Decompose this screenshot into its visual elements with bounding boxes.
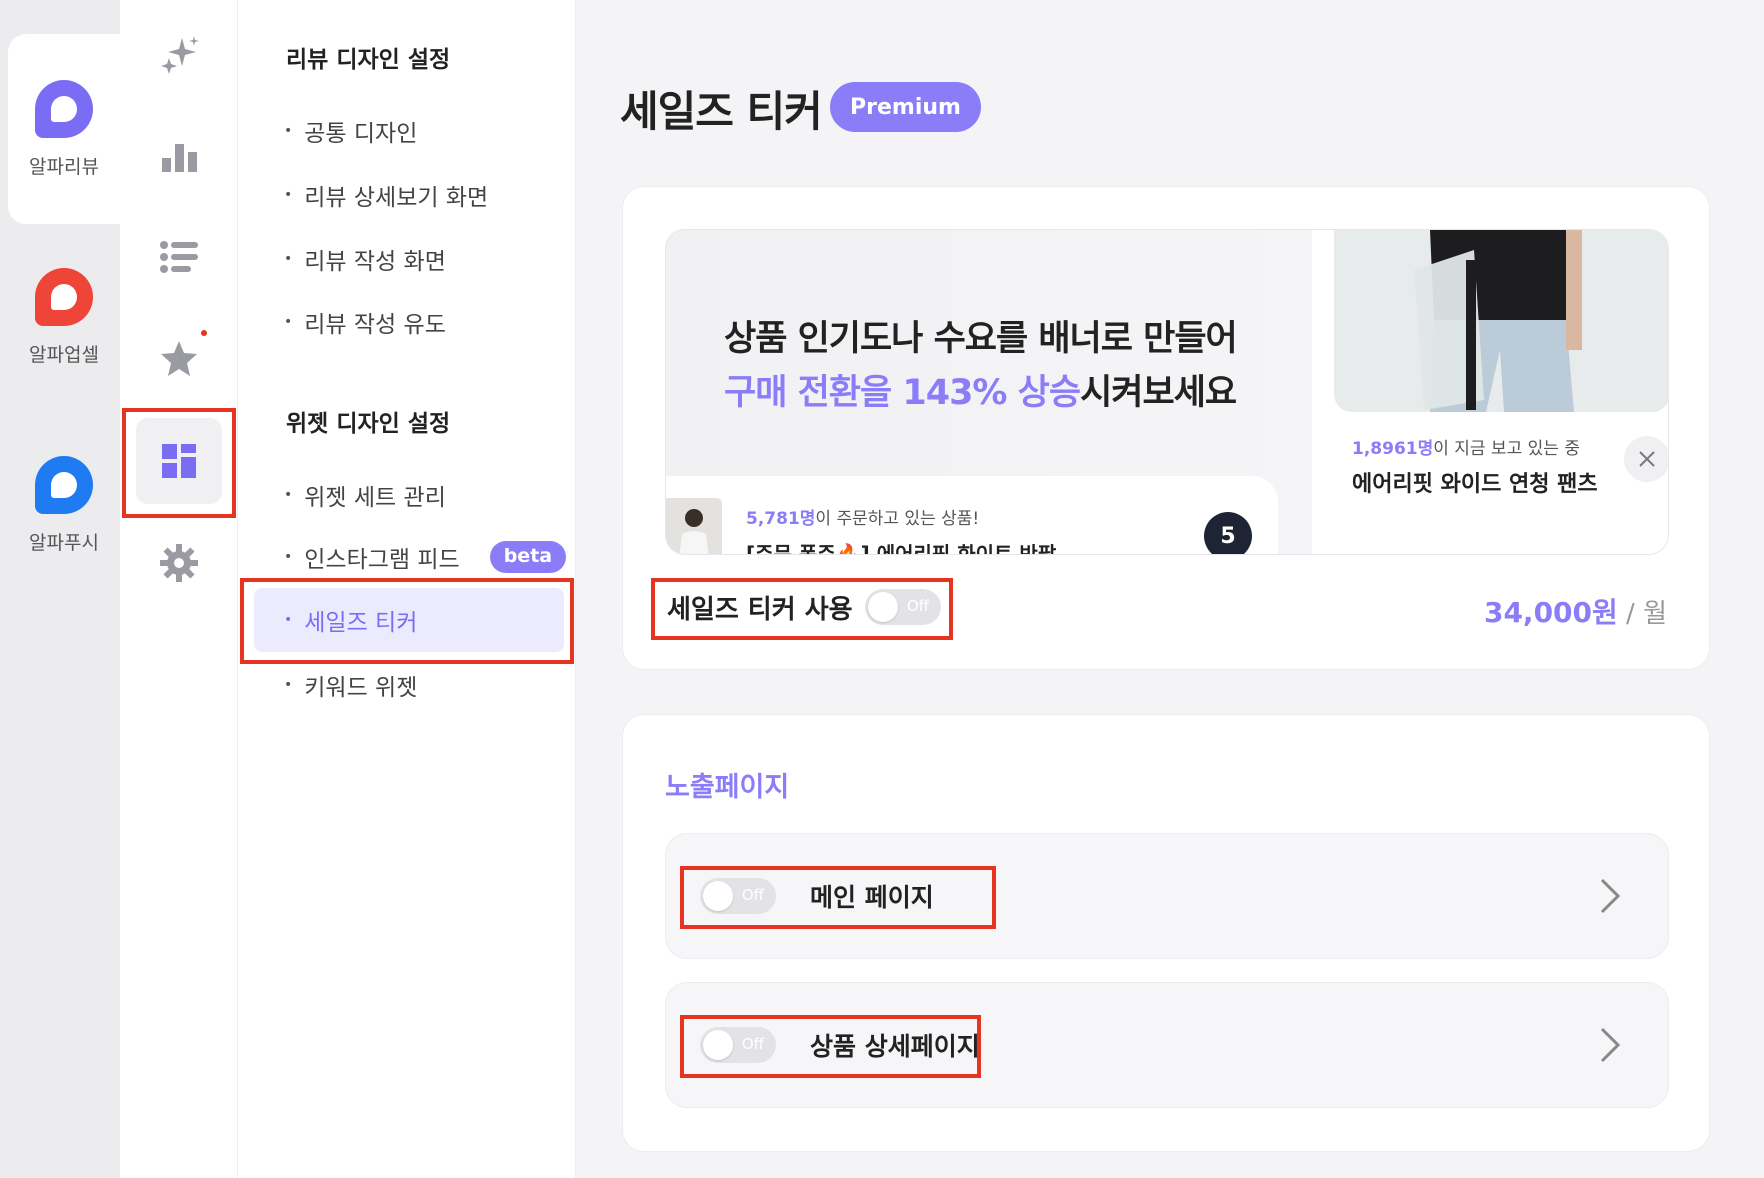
product-image xyxy=(1334,230,1668,412)
beta-badge: beta xyxy=(489,541,567,573)
sparkles-icon[interactable] xyxy=(136,12,222,98)
bullet: • xyxy=(284,314,293,330)
submenu-item-sales-ticker[interactable]: • 세일즈 티커 xyxy=(254,588,564,652)
design-settings-submenu: 리뷰 디자인 설정 • 공통 디자인 • 리뷰 상세보기 화면 • 리뷰 작성 화면 … xyxy=(238,0,576,1178)
submenu-item-instagram-feed[interactable]: • 인스타그램 피드 beta xyxy=(284,540,567,574)
star-icon[interactable] xyxy=(136,316,222,402)
ticker-product-name: [주문 폭주🔥] 에어리핏 화이트 반팔 xyxy=(746,542,1057,555)
product-thumbnail xyxy=(666,498,722,554)
toggle-knob xyxy=(703,881,733,911)
exposure-section-title: 노출페이지 xyxy=(665,772,790,803)
close-button[interactable] xyxy=(1624,436,1668,482)
ticker-order-count: 5,781명 xyxy=(746,509,816,529)
toggle-state-label: Off xyxy=(741,886,764,904)
bullet: • xyxy=(284,187,293,203)
submenu-item-review-prompt[interactable]: • 리뷰 작성 유도 xyxy=(284,305,446,339)
submenu-item-label: 인스타그램 피드 xyxy=(304,547,460,573)
submenu-item-common-design[interactable]: • 공통 디자인 xyxy=(284,114,417,148)
submenu-item-review-detail[interactable]: • 리뷰 상세보기 화면 xyxy=(284,178,488,212)
feature-icon-rail xyxy=(120,0,238,1178)
widget-grid-icon[interactable] xyxy=(136,418,222,504)
alpha-review-logo-icon xyxy=(35,79,93,138)
alpha-push-logo-icon xyxy=(35,455,93,514)
banner-preview: 상품 인기도나 수요를 배너로 만들어 구매 전환을 143% 상승시켜보세요 … xyxy=(665,229,1669,555)
submenu-item-label: 리뷰 작성 유도 xyxy=(304,312,446,338)
price-unit: / 월 xyxy=(1617,599,1667,629)
price-amount: 34,000원 xyxy=(1483,596,1618,629)
app-label: 알파리뷰 xyxy=(29,155,99,178)
ticker-order-suffix: 이 주문하고 있는 상품! xyxy=(815,509,980,529)
product-detail-label: 상품 상세페이지 xyxy=(810,1032,980,1061)
app-alpha-upsell[interactable]: 알파업셀 xyxy=(8,222,120,412)
headline-highlight: 구매 전환을 143% 상승 xyxy=(724,373,1081,413)
ticker-preview-strip: 5,781명이 주문하고 있는 상품! [주문 폭주🔥] 에어리핏 화이트 반팔… xyxy=(666,476,1278,555)
alpha-upsell-logo-icon xyxy=(35,267,93,326)
page-title: 세일즈 티커 xyxy=(620,87,823,136)
close-icon xyxy=(1639,451,1655,467)
bullet: • xyxy=(284,612,293,628)
viewer-suffix: 이 지금 보고 있는 중 xyxy=(1433,439,1580,459)
bullet: • xyxy=(284,123,293,139)
list-icon[interactable] xyxy=(136,214,222,300)
chevron-right-icon xyxy=(1600,878,1621,914)
preview-headline: 상품 인기도나 수요를 배너로 만들어 구매 전환을 143% 상승시켜보세요 xyxy=(724,312,1238,420)
premium-badge: Premium xyxy=(830,82,981,132)
headline-line2: 구매 전환을 143% 상승시켜보세요 xyxy=(724,366,1237,420)
headline-rest: 시켜보세요 xyxy=(1080,373,1237,413)
review-design-heading: 리뷰 디자인 설정 xyxy=(286,47,451,73)
submenu-item-widget-set[interactable]: • 위젯 세트 관리 xyxy=(284,478,446,512)
app-switcher-rail: 알파리뷰 알파업셀 알파푸시 xyxy=(0,0,120,1178)
bullet: • xyxy=(284,251,293,267)
toggle-state-label: Off xyxy=(906,597,929,615)
bullet: • xyxy=(284,677,293,693)
ticker-count-badge: 5 xyxy=(1204,512,1252,554)
app-label: 알파업셀 xyxy=(29,343,99,366)
ticker-use-toggle[interactable]: Off xyxy=(865,589,941,625)
submenu-item-label: 공통 디자인 xyxy=(304,121,418,147)
toggle-knob xyxy=(868,592,898,622)
toggle-state-label: Off xyxy=(741,1035,764,1053)
bar-chart-icon[interactable] xyxy=(136,114,222,200)
ticker-order-text: 5,781명이 주문하고 있는 상품! xyxy=(746,504,979,529)
submenu-item-keyword-widget[interactable]: • 키워드 위젯 xyxy=(284,668,417,702)
submenu-item-label: 위젯 세트 관리 xyxy=(304,485,446,511)
bullet: • xyxy=(284,549,293,565)
product-viewer-panel: 1,8961명이 지금 보고 있는 중 에어리핏 와이드 연청 팬츠 xyxy=(1312,230,1668,554)
bullet: • xyxy=(284,487,293,503)
submenu-item-label: 키워드 위젯 xyxy=(304,675,418,701)
submenu-item-label: 세일즈 티커 xyxy=(304,610,418,636)
main-page-row[interactable]: Off 메인 페이지 xyxy=(665,833,1669,959)
submenu-item-label: 리뷰 작성 화면 xyxy=(304,249,446,275)
sales-ticker-card: 상품 인기도나 수요를 배너로 만들어 구매 전환을 143% 상승시켜보세요 … xyxy=(622,186,1710,670)
price-text: 34,000원 / 월 xyxy=(1484,591,1667,631)
gear-icon[interactable] xyxy=(136,520,222,606)
notification-dot xyxy=(201,330,207,336)
widget-design-heading: 위젯 디자인 설정 xyxy=(286,411,451,437)
product-detail-toggle[interactable]: Off xyxy=(700,1027,776,1063)
viewer-count-text: 1,8961명이 지금 보고 있는 중 xyxy=(1352,434,1580,459)
app-label: 알파푸시 xyxy=(29,531,99,554)
ticker-use-label: 세일즈 티커 사용 xyxy=(667,595,853,625)
submenu-item-label: 리뷰 상세보기 화면 xyxy=(304,185,489,211)
exposure-pages-card: 노출페이지 Off 메인 페이지 Off 상품 상세페이지 xyxy=(622,714,1710,1152)
main-page-toggle[interactable]: Off xyxy=(700,878,776,914)
app-alpha-push[interactable]: 알파푸시 xyxy=(8,410,120,600)
toggle-knob xyxy=(703,1030,733,1060)
viewer-count: 1,8961명 xyxy=(1352,439,1434,459)
main-page-label: 메인 페이지 xyxy=(810,883,934,912)
viewer-product-name: 에어리핏 와이드 연청 팬츠 xyxy=(1352,472,1598,497)
chevron-right-icon xyxy=(1600,1027,1621,1063)
submenu-item-review-write[interactable]: • 리뷰 작성 화면 xyxy=(284,242,446,276)
headline-line1: 상품 인기도나 수요를 배너로 만들어 xyxy=(724,319,1238,359)
product-detail-page-row[interactable]: Off 상품 상세페이지 xyxy=(665,982,1669,1108)
app-alpha-review[interactable]: 알파리뷰 xyxy=(8,34,120,224)
